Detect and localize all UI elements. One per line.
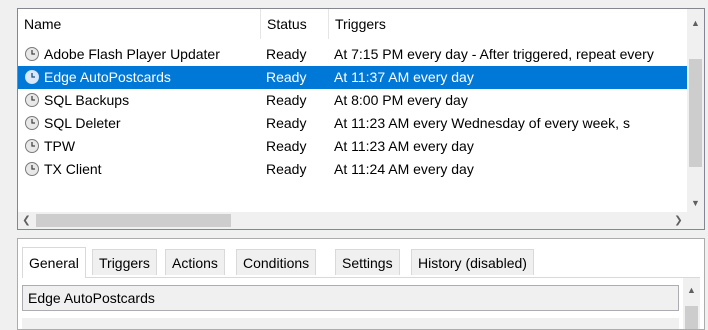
task-name-text: SQL Backups [44,92,130,108]
task-name-cell: SQL Backups [24,89,260,112]
task-list-horizontal-scrollbar[interactable]: ❮ ❯ [18,212,687,229]
task-row-selected[interactable]: Edge AutoPostcards Ready At 11:37 AM eve… [18,66,687,89]
task-triggers-cell: At 8:00 PM every day [334,92,468,108]
clock-icon [25,139,39,153]
task-triggers-cell: At 11:37 AM every day [334,69,474,85]
task-row[interactable]: Adobe Flash Player Updater Ready At 7:15… [18,43,687,66]
task-triggers-cell: At 11:23 AM every Wednesday of every wee… [334,115,630,131]
task-name-text: TX Client [44,161,102,177]
task-name-cell: Adobe Flash Player Updater [24,43,260,66]
clock-icon [25,70,39,84]
task-name-field[interactable]: Edge AutoPostcards [22,285,679,311]
task-name-text: SQL Deleter [44,115,121,131]
task-row[interactable]: SQL Backups Ready At 8:00 PM every day [18,89,687,112]
task-name-cell: Edge AutoPostcards [24,66,260,89]
clock-icon [25,116,39,130]
task-row[interactable]: SQL Deleter Ready At 11:23 AM every Wedn… [18,112,687,135]
chevron-left-icon[interactable]: ❮ [18,212,35,229]
column-header-triggers[interactable]: Triggers [328,9,689,39]
general-details-area [22,318,679,329]
task-list-vertical-scrollbar[interactable]: ▲ ▼ [687,9,704,212]
task-list-header: Name Status Triggers [18,9,687,39]
details-vertical-scrollbar[interactable]: ▲ [683,278,700,329]
details-scroll-thumb[interactable] [685,306,698,329]
general-tab-panel: Edge AutoPostcards ▲ [22,277,700,329]
column-header-name[interactable]: Name [18,9,260,39]
chevron-down-icon[interactable]: ▼ [687,195,704,212]
chevron-up-icon[interactable]: ▲ [683,282,700,299]
task-name-text: Adobe Flash Player Updater [44,46,220,62]
task-row[interactable]: TPW Ready At 11:23 AM every day [18,135,687,158]
tab-conditions[interactable]: Conditions [236,249,317,275]
task-status-cell: Ready [266,138,307,154]
pane-splitter[interactable] [0,230,708,238]
task-name-cell: SQL Deleter [24,112,260,135]
chevron-right-icon[interactable]: ❯ [670,212,687,229]
clock-icon [25,47,39,61]
clock-icon [25,162,39,176]
task-status-cell: Ready [266,92,307,108]
scrollbar-corner [687,212,704,229]
vertical-scroll-thumb[interactable] [689,59,702,167]
tab-general[interactable]: General [22,247,86,278]
task-status-cell: Ready [266,69,307,85]
tab-history[interactable]: History (disabled) [411,249,534,275]
task-name-text: Edge AutoPostcards [44,69,171,85]
tab-settings[interactable]: Settings [335,249,400,275]
task-row[interactable]: TX Client Ready At 11:24 AM every day [18,158,687,181]
task-name-cell: TPW [24,135,260,158]
task-status-cell: Ready [266,46,307,62]
task-triggers-cell: At 11:24 AM every day [334,161,474,177]
task-list-pane: Name Status Triggers Adobe Flash Player … [17,8,705,230]
horizontal-scroll-thumb[interactable] [36,214,231,227]
column-header-status[interactable]: Status [260,9,328,39]
task-list: Adobe Flash Player Updater Ready At 7:15… [18,43,687,181]
task-name-text: TPW [44,138,76,154]
task-triggers-cell: At 7:15 PM every day - After triggered, … [334,46,654,62]
chevron-up-icon[interactable]: ▲ [687,15,704,32]
task-name-cell: TX Client [24,158,260,181]
task-status-cell: Ready [266,115,307,131]
task-triggers-cell: At 11:23 AM every day [334,138,474,154]
task-details-pane: General Triggers Actions Conditions Sett… [17,238,705,330]
tab-actions[interactable]: Actions [165,249,225,275]
task-status-cell: Ready [266,161,307,177]
tab-triggers[interactable]: Triggers [92,249,157,275]
clock-icon [25,93,39,107]
